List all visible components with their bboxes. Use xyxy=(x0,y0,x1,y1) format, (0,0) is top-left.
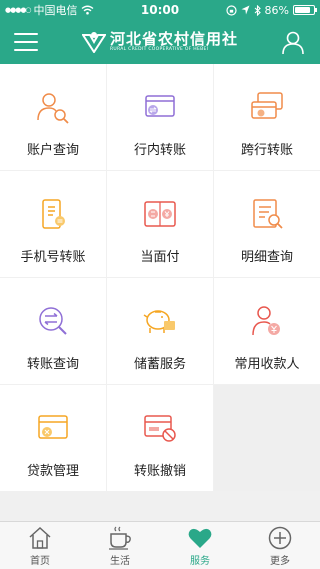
tab-label: 服务 xyxy=(190,556,210,567)
menu-item-phone-transfer[interactable]: 手机号转账 xyxy=(0,171,106,277)
menu-item-label: 常用收款人 xyxy=(234,357,300,372)
status-bar: ●●●●○ 中国电信 10:00 86% xyxy=(0,0,320,20)
tab-life[interactable]: 生活 xyxy=(80,522,160,569)
payee-icon xyxy=(252,306,280,336)
account-search-icon xyxy=(37,93,69,124)
menu-item-inter-bank-transfer[interactable]: 跨行转账 xyxy=(214,64,320,170)
tab-label: 首页 xyxy=(30,556,50,567)
loan-card-icon xyxy=(38,415,68,439)
home-icon xyxy=(29,526,51,549)
tab-home[interactable]: 首页 xyxy=(0,522,80,569)
rural-credit-logo-icon xyxy=(81,32,106,53)
menu-item-label: 明细查询 xyxy=(240,250,293,265)
menu-item-transfer-cancel[interactable]: 转账撤销 xyxy=(107,385,213,491)
menu-item-label: 跨行转账 xyxy=(240,143,293,158)
menu-item-label: 储蓄服务 xyxy=(133,357,186,372)
inter-bank-transfer-icon xyxy=(251,92,283,119)
face-to-face-pay-icon xyxy=(144,201,176,227)
menu-item-loan-management[interactable]: 贷款管理 xyxy=(0,385,106,491)
battery-percent: 86% xyxy=(264,3,289,17)
bluetooth-icon xyxy=(254,4,261,16)
hamburger-line xyxy=(14,49,38,51)
hamburger-line xyxy=(14,41,38,43)
menu-item-frequent-payees[interactable]: 常用收款人 xyxy=(214,278,320,384)
menu-item-label: 手机号转账 xyxy=(20,250,86,265)
app-header: 河北省农村信用社 RURAL CREDIT COOPERATIVE OF HEB… xyxy=(0,20,320,64)
menu-item-savings-service[interactable]: 储蓄服务 xyxy=(107,278,213,384)
menu-button[interactable] xyxy=(14,30,38,54)
service-grid: 账户查询 行内转账 跨行转账 手机号转账 当面付 明细查询 转账查询 储蓄服务 … xyxy=(0,64,320,491)
phone-transfer-icon xyxy=(42,199,65,229)
tab-more[interactable]: 更多 xyxy=(240,522,320,569)
menu-item-intra-transfer[interactable]: 行内转账 xyxy=(107,64,213,170)
intra-transfer-card-icon xyxy=(145,95,175,117)
menu-item-label: 行内转账 xyxy=(133,143,186,158)
transfer-search-icon xyxy=(39,307,67,335)
heart-icon xyxy=(188,528,212,548)
empty-grid-cell xyxy=(214,385,320,491)
piggy-bank-icon xyxy=(143,310,175,333)
hamburger-line xyxy=(14,33,38,35)
tab-label: 更多 xyxy=(270,556,290,567)
menu-item-label: 当面付 xyxy=(140,250,180,265)
brand-name: 河北省农村信用社 xyxy=(109,30,238,48)
battery-icon xyxy=(293,5,317,15)
detail-search-icon xyxy=(253,199,283,229)
brand-logo: 河北省农村信用社 RURAL CREDIT COOPERATIVE OF HEB… xyxy=(81,30,238,53)
plus-circle-icon xyxy=(268,526,292,550)
menu-item-label: 账户查询 xyxy=(26,143,79,158)
tab-service[interactable]: 服务 xyxy=(160,522,240,569)
menu-item-transfer-search[interactable]: 转账查询 xyxy=(0,278,106,384)
menu-item-label: 贷款管理 xyxy=(26,464,79,479)
menu-item-label: 转账查询 xyxy=(26,357,79,372)
tab-label: 生活 xyxy=(110,556,130,567)
user-profile-icon[interactable] xyxy=(280,29,306,55)
status-right: 86% xyxy=(225,3,317,17)
coffee-cup-icon xyxy=(109,526,131,550)
menu-item-detail-search[interactable]: 明细查询 xyxy=(214,171,320,277)
transfer-cancel-icon xyxy=(144,415,176,442)
tab-bar: 首页 生活 服务 更多 xyxy=(0,521,320,569)
menu-item-face-to-face-pay[interactable]: 当面付 xyxy=(107,171,213,277)
menu-item-label: 转账撤销 xyxy=(133,464,186,479)
menu-item-account-search[interactable]: 账户查询 xyxy=(0,64,106,170)
location-arrow-icon xyxy=(241,5,250,15)
rotation-lock-icon xyxy=(225,4,237,16)
